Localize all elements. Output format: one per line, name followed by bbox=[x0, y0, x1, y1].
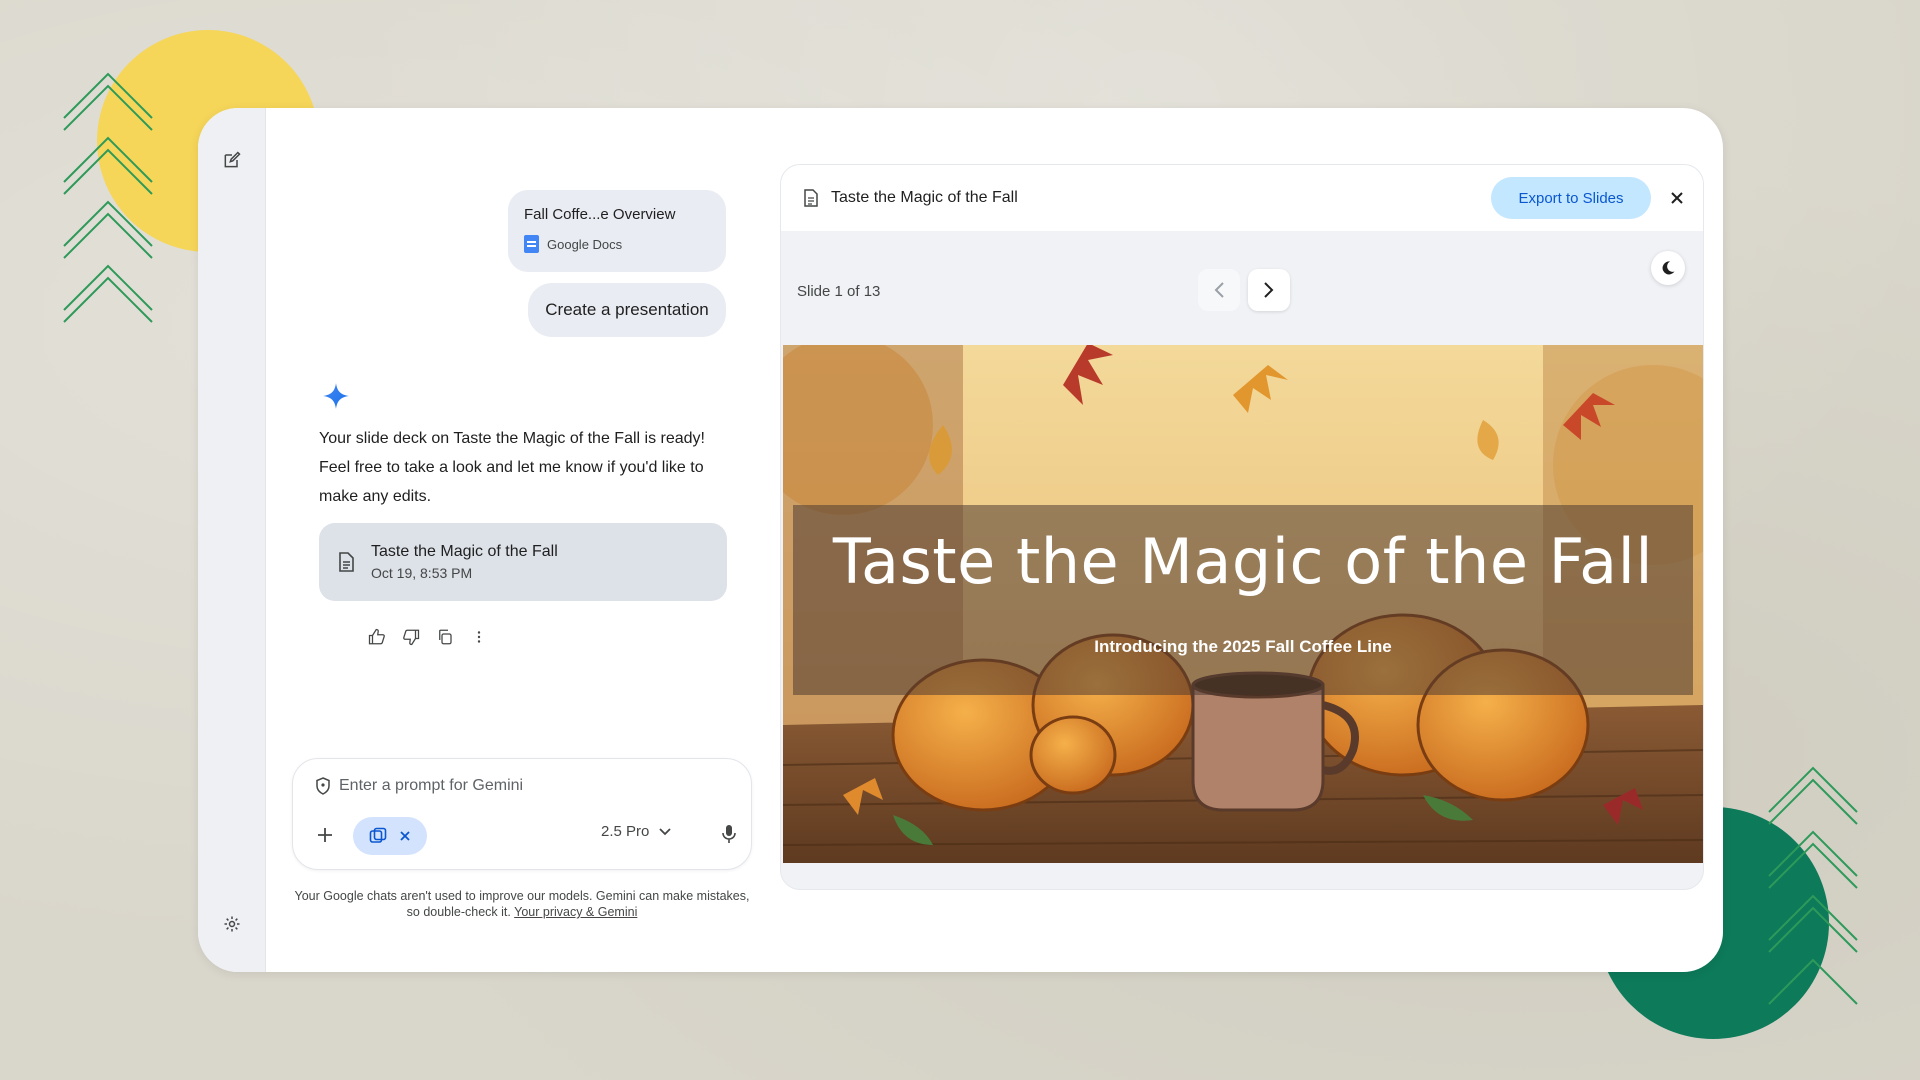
attached-file-source: Google Docs bbox=[547, 236, 623, 252]
thumbs-up-icon bbox=[368, 628, 385, 645]
chat-column: Fall Coffe...e Overview Google Docs Crea… bbox=[266, 108, 766, 972]
prompt-box: 2.5 Pro bbox=[292, 758, 752, 870]
moon-icon bbox=[1662, 261, 1675, 275]
attached-file-name: Fall Coffe...e Overview bbox=[524, 206, 676, 223]
panel-header: Taste the Magic of the Fall Export to Sl… bbox=[781, 165, 1703, 231]
slide-preview: Taste the Magic of the Fall Introducing … bbox=[783, 345, 1703, 863]
side-rail bbox=[198, 108, 266, 972]
decorative-chevrons-right bbox=[1768, 766, 1858, 1005]
google-docs-icon bbox=[524, 235, 539, 253]
close-icon[interactable] bbox=[399, 830, 411, 842]
more-vert-icon bbox=[477, 631, 481, 643]
close-panel-button[interactable] bbox=[1665, 186, 1689, 210]
decorative-chevrons-left bbox=[63, 72, 153, 323]
dark-mode-toggle[interactable] bbox=[1651, 251, 1685, 285]
copy-button[interactable] bbox=[436, 628, 454, 646]
microphone-button[interactable] bbox=[716, 821, 742, 847]
disclaimer: Your Google chats aren't used to improve… bbox=[292, 888, 752, 920]
microphone-icon bbox=[722, 825, 736, 843]
feedback-actions bbox=[368, 628, 488, 646]
shield-icon bbox=[316, 777, 330, 795]
sparkle-icon bbox=[323, 383, 349, 409]
gemini-window: Fall Coffe...e Overview Google Docs Crea… bbox=[198, 108, 1723, 972]
add-button[interactable] bbox=[311, 821, 339, 849]
canvas-tool-chip[interactable] bbox=[353, 817, 427, 855]
thumbs-down-button[interactable] bbox=[402, 628, 420, 646]
canvas-panel: Taste the Magic of the Fall Export to Sl… bbox=[780, 164, 1704, 890]
copy-icon bbox=[439, 629, 452, 645]
export-to-slides-button[interactable]: Export to Slides bbox=[1491, 177, 1651, 219]
chevron-left-icon bbox=[1214, 282, 1224, 298]
document-icon bbox=[339, 552, 354, 572]
slide-counter: Slide 1 of 13 bbox=[797, 283, 881, 300]
settings-button[interactable] bbox=[216, 908, 248, 940]
previous-slide-button[interactable] bbox=[1198, 269, 1240, 311]
plus-icon bbox=[318, 828, 332, 842]
edit-icon bbox=[224, 151, 241, 168]
document-icon bbox=[804, 189, 818, 207]
panel-title: Taste the Magic of the Fall bbox=[831, 189, 1018, 206]
attached-file-chip[interactable]: Fall Coffe...e Overview Google Docs bbox=[508, 190, 726, 272]
gear-icon bbox=[224, 916, 240, 932]
thumbs-up-button[interactable] bbox=[368, 628, 386, 646]
chevron-right-icon bbox=[1264, 282, 1274, 298]
more-options-button[interactable] bbox=[470, 628, 488, 646]
privacy-link[interactable]: Your privacy & Gemini bbox=[514, 905, 637, 919]
prompt-input[interactable] bbox=[339, 777, 699, 795]
next-slide-button[interactable] bbox=[1248, 269, 1290, 311]
new-chat-button[interactable] bbox=[216, 144, 248, 176]
slide-subtitle: Introducing the 2025 Fall Coffee Line bbox=[1094, 637, 1392, 656]
slide-title: Taste the Magic of the Fall bbox=[832, 525, 1654, 598]
canvas-icon bbox=[369, 827, 387, 843]
user-message: Create a presentation bbox=[528, 283, 726, 337]
model-label: 2.5 Pro bbox=[601, 823, 650, 840]
close-icon bbox=[1671, 192, 1683, 204]
deck-card-title: Taste the Magic of the Fall bbox=[371, 543, 558, 560]
thumbs-down-icon bbox=[403, 629, 420, 646]
model-selector[interactable]: 2.5 Pro bbox=[601, 823, 672, 840]
deck-card-date: Oct 19, 8:53 PM bbox=[371, 565, 473, 581]
chevron-down-icon bbox=[659, 827, 672, 835]
assistant-reply: Your slide deck on Taste the Magic of th… bbox=[319, 430, 705, 505]
slide-deck-card[interactable]: Taste the Magic of the Fall Oct 19, 8:53… bbox=[319, 523, 727, 601]
